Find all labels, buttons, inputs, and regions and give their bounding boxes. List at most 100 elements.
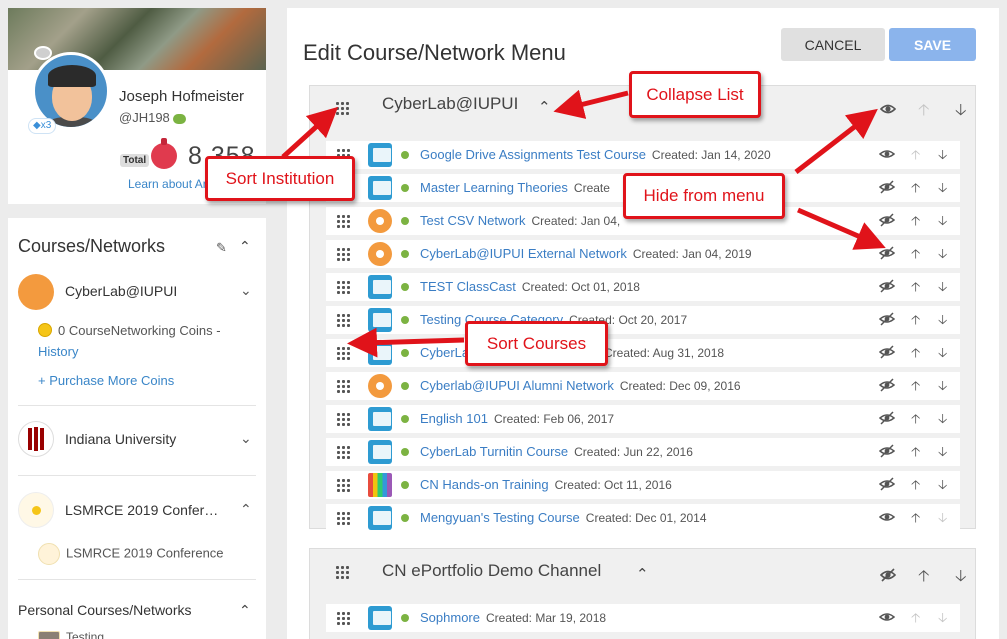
arrow-down-icon[interactable]: 🡣 (938, 377, 947, 399)
drag-handle-icon[interactable] (336, 478, 350, 492)
course-name-link[interactable]: Cyberlab@IUPUI Alumni Network Created: De… (420, 378, 741, 393)
arrow-up-icon[interactable]: 🡡 (911, 146, 920, 168)
eye-slash-icon[interactable] (879, 567, 897, 583)
eye-icon[interactable] (878, 609, 896, 625)
chevron-down-icon[interactable]: ⌄ (240, 282, 252, 299)
course-name-link[interactable]: Mengyuan's Testing Course Created: Dec 01… (420, 510, 707, 525)
arrow-up-icon[interactable]: 🡡 (911, 476, 920, 498)
eye-slash-icon[interactable] (878, 344, 896, 360)
course-name[interactable]: English 101 (420, 411, 488, 426)
drag-handle-icon[interactable] (336, 511, 350, 525)
drag-handle-icon[interactable] (336, 346, 350, 360)
chevron-down-icon[interactable]: ⌄ (240, 430, 252, 447)
arrow-down-icon[interactable]: 🡣 (938, 509, 947, 531)
drag-handle-icon[interactable] (336, 611, 350, 625)
arrow-down-icon[interactable]: 🡣 (938, 609, 947, 631)
arrow-down-icon[interactable]: 🡣 (938, 476, 947, 498)
eye-icon[interactable] (878, 146, 896, 162)
drag-handle-icon[interactable] (336, 379, 350, 393)
arrow-down-icon[interactable]: 🡣 (938, 245, 947, 267)
arrow-down-icon[interactable]: 🡣 (955, 99, 967, 126)
eye-slash-icon[interactable] (878, 443, 896, 459)
arrow-down-icon[interactable]: 🡣 (938, 278, 947, 300)
arrow-up-icon[interactable]: 🡡 (911, 212, 920, 234)
arrow-up-icon[interactable]: 🡡 (911, 278, 920, 300)
arrow-down-icon[interactable]: 🡣 (938, 146, 947, 168)
course-name-link[interactable]: Test CSV Network Created: Jan 04, (420, 213, 620, 228)
course-name[interactable]: Cyberlab@IUPUI Alumni Network (420, 378, 614, 393)
sub-item-lsmrce-conference[interactable]: LSMRCE 2019 Conference (38, 543, 224, 565)
arrow-down-icon[interactable]: 🡣 (938, 311, 947, 333)
arrow-up-icon[interactable]: 🡡 (911, 245, 920, 267)
drag-handle-icon[interactable] (336, 280, 350, 294)
arrow-up-icon[interactable]: 🡡 (911, 410, 920, 432)
arrow-down-icon[interactable]: 🡣 (938, 344, 947, 366)
personal-item[interactable]: Testing (38, 630, 104, 639)
course-name[interactable]: Master Learning Theories (420, 180, 568, 195)
course-name-link[interactable]: CyberLab@IUPUI External Network Created: … (420, 246, 752, 261)
eye-slash-icon[interactable] (878, 212, 896, 228)
arrow-down-icon[interactable]: 🡣 (938, 410, 947, 432)
course-name[interactable]: CN Hands-on Training (420, 477, 549, 492)
active-status-dot (401, 382, 409, 390)
eye-slash-icon[interactable] (878, 245, 896, 261)
purchase-coins-link[interactable]: + Purchase More Coins (38, 373, 174, 388)
learn-more-link[interactable]: Learn about An (128, 177, 209, 191)
course-name-link[interactable]: TEST ClassCast Created: Oct 01, 2018 (420, 279, 640, 294)
arrow-up-icon[interactable]: 🡡 (911, 609, 920, 631)
arrow-up-icon[interactable]: 🡡 (911, 377, 920, 399)
chat-icon[interactable] (172, 113, 186, 124)
drag-handle-icon[interactable] (336, 445, 350, 459)
eye-icon[interactable] (878, 509, 896, 525)
arrow-up-icon[interactable]: 🡡 (911, 509, 920, 531)
course-name[interactable]: Mengyuan's Testing Course (420, 510, 580, 525)
eye-icon[interactable] (879, 101, 897, 117)
arrow-down-icon[interactable]: 🡣 (955, 565, 967, 592)
drag-handle-icon[interactable] (336, 214, 350, 228)
course-name-link[interactable]: CyberLab Turnitin Course Created: Jun 22,… (420, 444, 693, 459)
arrow-down-icon[interactable]: 🡣 (938, 212, 947, 234)
course-name-link[interactable]: Sophmore Created: Mar 19, 2018 (420, 610, 606, 625)
arrow-up-icon[interactable]: 🡡 (918, 99, 930, 126)
pencil-icon[interactable]: ✎ (216, 240, 228, 255)
course-name[interactable]: Google Drive Assignments Test Course (420, 147, 646, 162)
course-name-link[interactable]: Master Learning Theories Create (420, 180, 610, 195)
arrow-down-icon[interactable]: 🡣 (938, 179, 947, 201)
course-name-link[interactable]: English 101 Created: Feb 06, 2017 (420, 411, 614, 426)
drag-handle-icon[interactable] (336, 247, 350, 261)
collapse-caret-icon[interactable]: ⌃ (636, 565, 649, 583)
drag-handle-icon[interactable] (336, 412, 350, 426)
course-row: Cyberlab@IUPUI Alumni Network Created: De… (326, 372, 960, 400)
course-name[interactable]: CyberLab Turnitin Course (420, 444, 568, 459)
eye-slash-icon[interactable] (878, 476, 896, 492)
eye-slash-icon[interactable] (878, 278, 896, 294)
collapse-caret-icon[interactable]: ⌃ (538, 98, 551, 116)
save-button[interactable]: SAVE (889, 28, 976, 61)
course-name[interactable]: CyberLa (420, 345, 469, 360)
course-name[interactable]: Sophmore (420, 610, 480, 625)
eye-slash-icon[interactable] (878, 311, 896, 327)
arrow-up-icon[interactable]: 🡡 (911, 344, 920, 366)
profile-name[interactable]: Joseph Hofmeister (119, 88, 244, 105)
drag-handle-icon[interactable] (336, 313, 350, 327)
course-name[interactable]: TEST ClassCast (420, 279, 516, 294)
arrow-up-icon[interactable]: 🡡 (911, 179, 920, 201)
history-link[interactable]: History (38, 344, 78, 359)
eye-slash-icon[interactable] (878, 410, 896, 426)
caret-up-icon[interactable]: ⌃ (240, 501, 252, 518)
arrow-up-icon[interactable]: 🡡 (918, 565, 930, 592)
course-name[interactable]: Test CSV Network (420, 213, 525, 228)
caret-up-icon[interactable]: ⌃ (239, 602, 251, 619)
arrow-up-icon[interactable]: 🡡 (911, 311, 920, 333)
course-name-link[interactable]: Google Drive Assignments Test Course Crea… (420, 147, 771, 162)
arrow-up-icon[interactable]: 🡡 (911, 443, 920, 465)
arrow-down-icon[interactable]: 🡣 (938, 443, 947, 465)
eye-slash-icon[interactable] (878, 179, 896, 195)
course-name[interactable]: CyberLab@IUPUI External Network (420, 246, 627, 261)
cancel-button[interactable]: CANCEL (781, 28, 885, 61)
drag-handle-icon[interactable] (335, 565, 349, 579)
course-name-link[interactable]: CN Hands-on Training Created: Oct 11, 201… (420, 477, 672, 492)
caret-up-icon[interactable]: ⌃ (239, 238, 251, 255)
drag-handle-icon[interactable] (335, 101, 349, 115)
eye-slash-icon[interactable] (878, 377, 896, 393)
